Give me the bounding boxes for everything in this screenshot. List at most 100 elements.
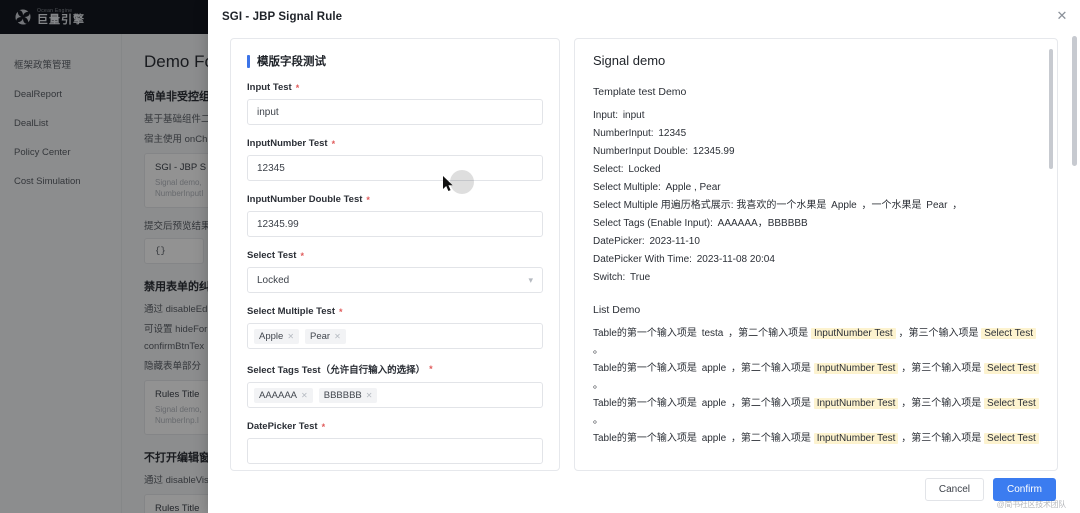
preview-value: Apple , Pear: [665, 182, 721, 193]
preview-row-input: Input: input: [593, 107, 1039, 124]
tag-chip[interactable]: BBBBBB ✕: [318, 387, 378, 403]
label-text: InputNumber Test: [247, 138, 328, 149]
label-text: InputNumber Double Test: [247, 194, 363, 205]
preview-row-datepicker-time: DatePicker With Time: 2023-11-08 20:04: [593, 251, 1039, 268]
preview-value: 2023-11-08 20:04: [696, 254, 775, 265]
chevron-down-icon: ▾: [528, 274, 533, 285]
list-part-4: 。: [593, 345, 603, 356]
preview-key: Select:: [593, 164, 624, 175]
label-text: Select Test: [247, 250, 297, 261]
modal-footer: Cancel Confirm @简书社区技术团队: [208, 471, 1080, 513]
preview-value: True: [630, 272, 651, 283]
preview-scrollbar[interactable]: [1049, 49, 1053, 169]
tag-remove-icon[interactable]: ✕: [366, 391, 373, 400]
list-item: Table的第一个输入项是 apple ，第二个输入项是 InputNumber…: [593, 395, 1039, 429]
select-multiple-test-field[interactable]: Apple ✕ Pear ✕: [247, 323, 543, 349]
confirm-button[interactable]: Confirm: [992, 477, 1056, 501]
label-inputnumber-double-test: InputNumber Double Test *: [247, 194, 543, 205]
list-value-1: testa: [701, 328, 724, 339]
preview-loop-mid: ，一个水果是: [861, 200, 922, 211]
tag-remove-icon[interactable]: ✕: [287, 332, 294, 341]
list-part-1: Table的第一个输入项是: [593, 398, 697, 409]
preview-loop-value-2: Pear: [926, 200, 948, 211]
label-select-tags-test: Select Tags Test（允许自行输入的选择） *: [247, 362, 543, 377]
select-test-value: Locked: [257, 274, 290, 286]
field-input-test: Input Test * input: [247, 82, 543, 125]
list-item: Table的第一个输入项是 apple ，第二个输入项是 InputNumber…: [593, 430, 1039, 447]
preview-key: DatePicker With Time:: [593, 254, 692, 265]
list-value-1: apple: [701, 363, 727, 374]
tag-label: AAAAAA: [259, 389, 298, 401]
label-text: Select Tags Test（允许自行输入的选择）: [247, 365, 426, 376]
list-part-2: ，第二个输入项是: [730, 433, 811, 444]
list-item: Table的第一个输入项是 testa ，第二个输入项是 InputNumber…: [593, 325, 1039, 359]
modal-header: SGI - JBP Signal Rule ✕: [208, 0, 1080, 33]
tag-chip[interactable]: Apple ✕: [254, 328, 300, 344]
section-accent-bar-icon: [247, 54, 250, 68]
modal-scrollbar[interactable]: [1072, 36, 1077, 166]
inputnumber-test-field[interactable]: 12345: [247, 155, 543, 181]
preview-key: Select Multiple:: [593, 182, 661, 193]
field-select-tags-test: Select Tags Test（允许自行输入的选择） * AAAAAA ✕ B…: [247, 362, 543, 408]
list-value-3: Select Test: [984, 398, 1039, 409]
inputnumber-double-test-field[interactable]: 12345.99: [247, 211, 543, 237]
preview-row-datepicker: DatePicker: 2023-11-10: [593, 233, 1039, 250]
list-part-3: ，第三个输入项是: [901, 398, 982, 409]
list-value-3: Select Test: [984, 433, 1039, 444]
preview-value: input: [622, 110, 645, 121]
preview-spacer: [593, 287, 1039, 304]
field-datepicker-test: DatePicker Test *: [247, 421, 543, 464]
list-part-2: ，第二个输入项是: [728, 328, 809, 339]
preview-panel: Signal demo Template test Demo Input: in…: [574, 38, 1058, 471]
form-section-title: 模版字段测试: [257, 56, 326, 68]
list-part-1: Table的第一个输入项是: [593, 363, 697, 374]
preview-key: Input:: [593, 110, 619, 121]
label-text: Input Test: [247, 82, 292, 93]
select-test-field[interactable]: Locked ▾: [247, 267, 543, 293]
required-marker-icon: *: [331, 138, 336, 149]
tag-remove-icon[interactable]: ✕: [334, 332, 341, 341]
preview-template-heading: Template test Demo: [593, 86, 687, 98]
form-section-header: 模版字段测试: [247, 53, 543, 69]
preview-key: NumberInput:: [593, 128, 654, 139]
required-marker-icon: *: [338, 306, 343, 317]
required-marker-icon: *: [295, 82, 300, 93]
select-tags-test-field[interactable]: AAAAAA ✕ BBBBBB ✕: [247, 382, 543, 408]
watermark: @简书社区技术团队: [996, 500, 1067, 509]
list-value-2: InputNumber Test: [813, 433, 899, 444]
modal-body: 模版字段测试 Input Test * input InputNumber Te…: [208, 33, 1080, 471]
preview-key: Select Tags (Enable Input):: [593, 218, 713, 229]
preview-row-select: Select: Locked: [593, 161, 1039, 178]
cancel-button[interactable]: Cancel: [924, 477, 984, 501]
list-value-3: Select Test: [984, 363, 1039, 374]
datepicker-test-field[interactable]: [247, 438, 543, 464]
list-value-2: InputNumber Test: [810, 328, 896, 339]
tag-remove-icon[interactable]: ✕: [301, 391, 308, 400]
field-inputnumber-test: InputNumber Test * 12345: [247, 138, 543, 181]
preview-row-switch: Switch: True: [593, 269, 1039, 286]
preview-value: Locked: [628, 164, 661, 175]
preview-key: DatePicker:: [593, 236, 645, 247]
tag-label: Pear: [310, 330, 331, 342]
preview-value: 12345: [658, 128, 687, 139]
tag-label: BBBBBB: [323, 389, 362, 401]
preview-title: Signal demo: [593, 53, 666, 68]
field-select-test: Select Test * Locked ▾: [247, 250, 543, 293]
form-panel: 模版字段测试 Input Test * input InputNumber Te…: [230, 38, 560, 471]
required-marker-icon: *: [321, 421, 326, 432]
list-part-4: 。: [593, 380, 603, 391]
preview-key: Switch:: [593, 272, 626, 283]
list-value-3: Select Test: [981, 328, 1036, 339]
list-value-1: apple: [701, 398, 727, 409]
input-test-field[interactable]: input: [247, 99, 543, 125]
preview-value: 2023-11-10: [649, 236, 700, 247]
list-part-2: ，第二个输入项是: [730, 363, 811, 374]
preview-loop-suffix: ，: [952, 200, 963, 211]
list-value-1: apple: [701, 433, 727, 444]
tag-chip[interactable]: Pear ✕: [305, 328, 346, 344]
signal-rule-modal: SGI - JBP Signal Rule ✕ 模版字段测试 Input Tes…: [208, 0, 1080, 513]
tag-chip[interactable]: AAAAAA ✕: [254, 387, 313, 403]
close-icon[interactable]: ✕: [1054, 8, 1070, 24]
label-text: Select Multiple Test: [247, 306, 335, 317]
label-input-test: Input Test *: [247, 82, 543, 93]
